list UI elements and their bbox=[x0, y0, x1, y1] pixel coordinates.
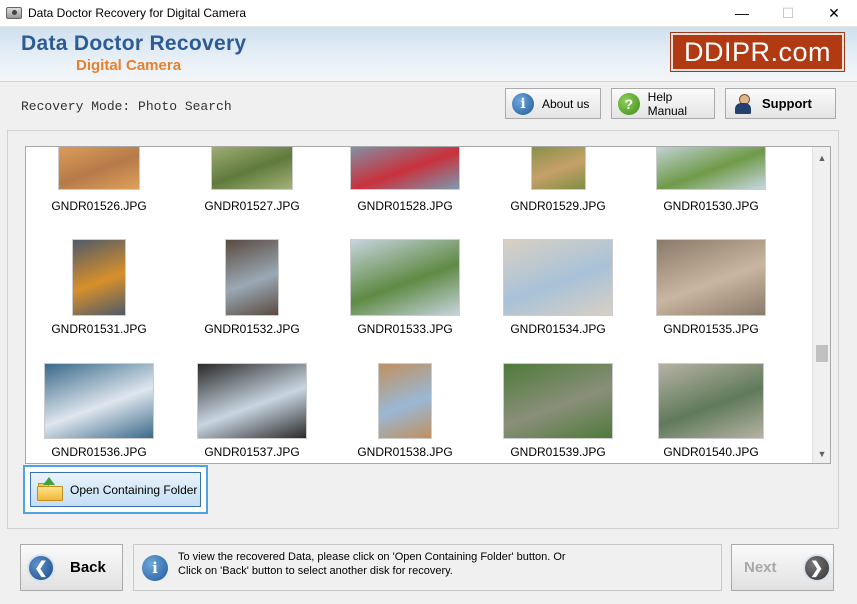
photo-thumbnail[interactable] bbox=[225, 239, 279, 316]
photo-thumbnail[interactable] bbox=[72, 239, 126, 316]
close-icon: ✕ bbox=[828, 4, 840, 21]
instruction-line-2: Click on 'Back' button to select another… bbox=[178, 565, 453, 577]
about-us-button[interactable]: i About us bbox=[505, 88, 601, 119]
photo-thumbnail[interactable] bbox=[378, 363, 432, 439]
gallery-scrollbar[interactable]: ▲ ▼ bbox=[812, 147, 830, 463]
next-label: Next bbox=[744, 559, 777, 576]
photo-thumbnail[interactable] bbox=[503, 239, 613, 316]
brand-title: Data Doctor Recovery bbox=[21, 32, 247, 55]
scroll-down-icon[interactable]: ▼ bbox=[813, 445, 831, 462]
info-icon: i bbox=[142, 555, 168, 581]
photo-thumbnail[interactable] bbox=[58, 147, 140, 190]
photo-filename: GNDR01527.JPG bbox=[204, 199, 300, 213]
photo-thumbnail[interactable] bbox=[530, 147, 586, 190]
photo-filename: GNDR01530.JPG bbox=[663, 199, 759, 213]
support-person-icon bbox=[732, 93, 754, 115]
open-folder-focus-frame: Open Containing Folder bbox=[23, 465, 208, 514]
help-icon: ? bbox=[618, 92, 640, 115]
photo-filename: GNDR01539.JPG bbox=[510, 445, 606, 459]
folder-icon bbox=[37, 476, 63, 501]
photo-thumbnail[interactable] bbox=[658, 363, 764, 439]
recovery-mode-label: Recovery Mode: Photo Search bbox=[21, 99, 232, 114]
photo-filename: GNDR01528.JPG bbox=[357, 199, 453, 213]
photo-filename: GNDR01536.JPG bbox=[51, 445, 147, 459]
photo-thumbnail[interactable] bbox=[503, 363, 613, 439]
photo-filename: GNDR01540.JPG bbox=[663, 445, 759, 459]
photo-filename: GNDR01531.JPG bbox=[51, 322, 147, 336]
photo-filename: GNDR01537.JPG bbox=[204, 445, 300, 459]
photo-thumbnail[interactable] bbox=[197, 363, 307, 439]
open-containing-folder-button[interactable]: Open Containing Folder bbox=[30, 472, 201, 507]
back-arrow-icon: ❮ bbox=[27, 553, 55, 582]
photo-filename: GNDR01534.JPG bbox=[510, 322, 606, 336]
back-button[interactable]: ❮ Back bbox=[20, 544, 123, 591]
photo-filename: GNDR01538.JPG bbox=[357, 445, 453, 459]
back-label: Back bbox=[70, 559, 106, 576]
next-arrow-icon: ❯ bbox=[802, 553, 831, 582]
mode-bar: Recovery Mode: Photo Search i About us ?… bbox=[0, 82, 857, 127]
photo-filename: GNDR01526.JPG bbox=[51, 199, 147, 213]
brand-subtitle: Digital Camera bbox=[76, 57, 182, 74]
info-icon: i bbox=[512, 92, 534, 115]
header-banner: Data Doctor Recovery Digital Camera DDIP… bbox=[0, 27, 857, 82]
photo-thumbnail[interactable] bbox=[211, 147, 293, 190]
camera-app-icon bbox=[6, 7, 22, 19]
photo-thumbnail[interactable] bbox=[350, 239, 460, 316]
help-manual-label: Help Manual bbox=[647, 89, 688, 118]
photo-thumbnail[interactable] bbox=[44, 363, 154, 439]
instruction-line-1: To view the recovered Data, please click… bbox=[178, 551, 566, 563]
about-us-label: About us bbox=[542, 96, 590, 111]
instruction-text: To view the recovered Data, please click… bbox=[178, 550, 566, 578]
photo-filename: GNDR01532.JPG bbox=[204, 322, 300, 336]
photo-thumbnail[interactable] bbox=[350, 147, 460, 190]
scroll-thumb[interactable] bbox=[816, 345, 828, 362]
next-button[interactable]: Next ❯ bbox=[731, 544, 834, 591]
ddipr-logo: DDIPR.com bbox=[671, 33, 844, 71]
open-folder-label: Open Containing Folder bbox=[70, 482, 198, 497]
maximize-button[interactable]: ☐ bbox=[765, 0, 811, 27]
minimize-icon: — bbox=[735, 5, 749, 21]
photo-filename: GNDR01535.JPG bbox=[663, 322, 759, 336]
help-manual-button[interactable]: ? Help Manual bbox=[611, 88, 715, 119]
maximize-icon: ☐ bbox=[781, 4, 795, 21]
support-label: Support bbox=[762, 96, 812, 111]
close-button[interactable]: ✕ bbox=[811, 0, 857, 27]
photo-filename: GNDR01533.JPG bbox=[357, 322, 453, 336]
thumbnail-gallery[interactable]: GNDR01526.JPG GNDR01527.JPG GNDR01528.JPG G… bbox=[25, 146, 831, 464]
photo-filename: GNDR01529.JPG bbox=[510, 199, 606, 213]
title-bar: Data Doctor Recovery for Digital Camera … bbox=[0, 0, 857, 27]
minimize-button[interactable]: — bbox=[719, 0, 765, 27]
window-title: Data Doctor Recovery for Digital Camera bbox=[28, 6, 247, 20]
scroll-up-icon[interactable]: ▲ bbox=[813, 149, 831, 166]
instruction-box: i To view the recovered Data, please cli… bbox=[133, 544, 722, 591]
photo-thumbnail[interactable] bbox=[656, 147, 766, 190]
support-button[interactable]: Support bbox=[725, 88, 836, 119]
photo-thumbnail[interactable] bbox=[656, 239, 766, 316]
